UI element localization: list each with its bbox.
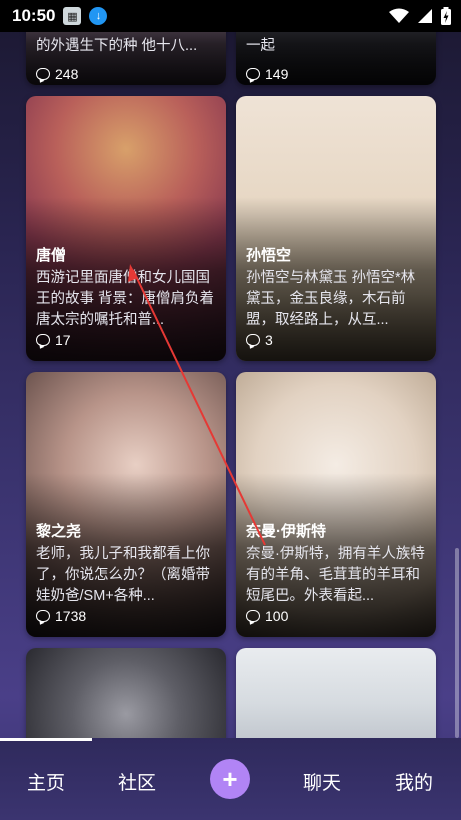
comment-count: 3 bbox=[246, 332, 273, 348]
card-description: 西游记里面唐僧和女儿国国王的故事 背景：唐僧肩负着唐太宗的嘱托和普... bbox=[36, 270, 215, 328]
nav-chat[interactable]: 聊天 bbox=[303, 768, 341, 795]
comment-count: 149 bbox=[246, 66, 288, 82]
card-name: 唐僧 bbox=[36, 247, 67, 264]
status-bar: 10:50 ▦ ↓ bbox=[0, 0, 461, 32]
signal-icon bbox=[418, 9, 432, 23]
comment-count: 17 bbox=[36, 332, 71, 348]
comment-bubble-icon bbox=[36, 68, 50, 80]
comment-count: 248 bbox=[36, 66, 78, 82]
nav-community[interactable]: 社区 bbox=[118, 768, 156, 795]
comment-bubble-icon bbox=[36, 334, 50, 346]
comment-count: 1738 bbox=[36, 608, 86, 624]
card-description: 奈曼·伊斯特，拥有羊人族特有的羊角、毛茸茸的羊耳和短尾巴。外表看起... bbox=[246, 546, 425, 604]
scrollbar[interactable] bbox=[455, 548, 459, 738]
comment-count: 100 bbox=[246, 608, 288, 624]
comment-bubble-icon bbox=[246, 68, 260, 80]
app-notification-icon: ▦ bbox=[63, 7, 82, 25]
status-time: 10:50 bbox=[12, 6, 56, 25]
card-description: 老师，我儿子和我都看上你了，你说怎么办？（离婚带娃奶爸/SM+各种... bbox=[36, 546, 210, 604]
character-card-li-zhiyao[interactable]: 黎之尧 老师，我儿子和我都看上你了，你说怎么办？（离婚带娃奶爸/SM+各种...… bbox=[26, 372, 226, 637]
create-button[interactable]: + bbox=[210, 759, 250, 799]
download-icon: ↓ bbox=[89, 7, 108, 25]
character-card-naiman[interactable]: 奈曼·伊斯特 奈曼·伊斯特，拥有羊人族特有的羊角、毛茸茸的羊耳和短尾巴。外表看起… bbox=[236, 372, 436, 637]
card-name: 黎之尧 bbox=[36, 523, 82, 540]
character-card-sun-wukong[interactable]: 孙悟空 孙悟空与林黛玉 孙悟空*林黛玉，金玉良缘，木石前盟，取经路上，从互...… bbox=[236, 96, 436, 361]
wifi-icon bbox=[389, 8, 409, 23]
nav-mine[interactable]: 我的 bbox=[395, 768, 433, 795]
card-name: 孙悟空 bbox=[246, 247, 292, 264]
nav-indicator bbox=[0, 738, 92, 741]
card-description: 的外遇生下的种 他十八... bbox=[36, 38, 198, 54]
character-card-tang-seng[interactable]: 唐僧 西游记里面唐僧和女儿国国王的故事 背景：唐僧肩负着唐太宗的嘱托和普... … bbox=[26, 96, 226, 361]
card-description: 一起 bbox=[246, 38, 275, 54]
battery-charging-icon bbox=[441, 7, 451, 25]
comment-bubble-icon bbox=[246, 334, 260, 346]
nav-home[interactable]: 主页 bbox=[27, 768, 65, 795]
card-name: 奈曼·伊斯特 bbox=[246, 523, 326, 540]
comment-bubble-icon bbox=[36, 610, 50, 622]
bottom-nav: 主页 社区 + 聊天 我的 bbox=[0, 738, 461, 820]
comment-bubble-icon bbox=[246, 610, 260, 622]
card-description: 孙悟空与林黛玉 孙悟空*林黛玉，金玉良缘，木石前盟，取经路上，从互... bbox=[246, 270, 416, 328]
